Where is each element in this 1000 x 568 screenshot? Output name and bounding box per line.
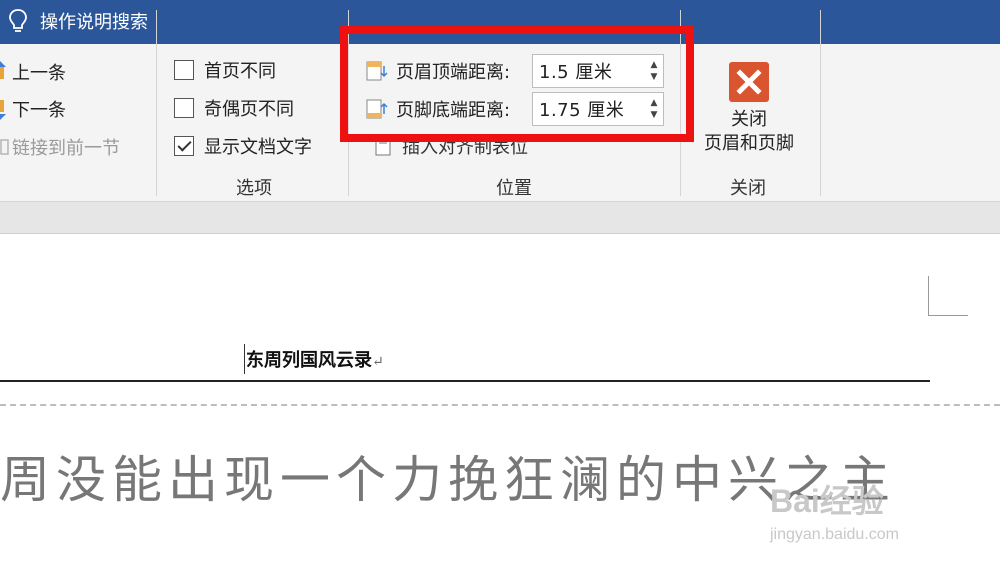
watermark-brand: Bai经验	[770, 483, 884, 519]
checkbox-box	[174, 98, 194, 118]
paragraph-mark-icon: ↵	[372, 354, 384, 370]
show-document-text-label: 显示文档文字	[204, 137, 312, 158]
highlight-box	[340, 26, 694, 142]
ruler-area	[0, 202, 1000, 234]
baidu-watermark: Bai经验 jingyan.baidu.com	[770, 476, 899, 544]
header-content[interactable]: 东周列国风云录↵	[246, 346, 384, 372]
close-header-footer-button[interactable]: 关闭 页眉和页脚	[694, 58, 804, 168]
next-button[interactable]: 下一条	[0, 95, 66, 123]
checkbox-checked	[174, 136, 194, 156]
text-cursor	[244, 344, 245, 374]
link-to-previous-button[interactable]: 链接到前一节	[0, 133, 120, 161]
show-document-text-checkbox[interactable]: 显示文档文字	[174, 132, 312, 160]
close-group-label: 关闭	[730, 178, 766, 199]
watermark-url: jingyan.baidu.com	[770, 526, 899, 543]
different-first-page-checkbox[interactable]: 首页不同	[174, 56, 276, 84]
different-first-page-label: 首页不同	[204, 61, 276, 82]
previous-button[interactable]: 上一条	[0, 58, 66, 86]
up-arrow-icon	[0, 61, 10, 83]
close-label-line2: 页眉和页脚	[704, 133, 794, 154]
close-label-line1: 关闭	[731, 109, 767, 130]
margin-corner-mark	[928, 276, 968, 316]
tell-me-search[interactable]: 操作说明搜索	[8, 6, 148, 36]
close-icon	[729, 62, 769, 102]
lightbulb-icon	[9, 9, 27, 32]
next-label: 下一条	[12, 100, 66, 121]
different-odd-even-checkbox[interactable]: 奇偶页不同	[174, 94, 294, 122]
group-separator	[820, 10, 821, 196]
position-group-label: 位置	[496, 178, 532, 199]
header-border-line	[0, 380, 930, 382]
checkbox-box	[174, 60, 194, 80]
different-odd-even-label: 奇偶页不同	[204, 99, 294, 120]
down-arrow-icon	[0, 98, 10, 120]
group-separator	[156, 10, 157, 196]
link-icon	[0, 136, 10, 158]
body-text[interactable]: 周没能出现一个力挽狂澜的中兴之主	[0, 440, 896, 512]
options-group-label: 选项	[236, 178, 272, 199]
header-boundary-dashed-line	[0, 404, 1000, 406]
previous-label: 上一条	[12, 63, 66, 84]
header-text: 东周列国风云录	[246, 350, 372, 371]
tell-me-label: 操作说明搜索	[40, 12, 148, 33]
link-to-previous-label: 链接到前一节	[12, 138, 120, 159]
